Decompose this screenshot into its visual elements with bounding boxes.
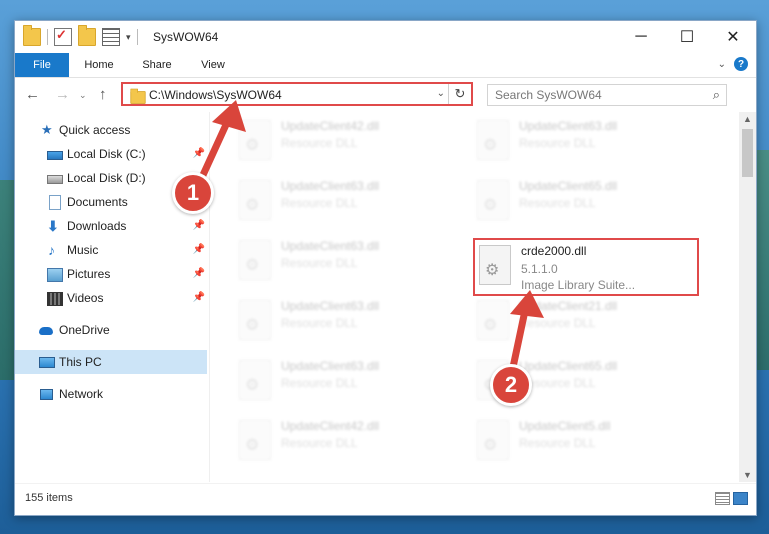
ribbon-tabs: File Home Share View ⌄ ? [15,53,756,78]
sidebar-item-videos[interactable]: Videos 📌 [15,286,207,310]
help-icon[interactable]: ? [734,57,748,71]
pictures-icon [47,268,63,282]
file-item[interactable]: UpdateClient63.dll Resource DLL [473,116,693,168]
address-path[interactable]: C:\Windows\SysWOW64 [149,88,282,102]
quick-access-toolbar: ▾ [23,25,138,46]
dll-file-icon [239,300,271,340]
navigation-bar: ← → ⌄ ↑ C:\Windows\SysWOW64 ⌄ ↻ Search S… [15,78,756,112]
tab-file[interactable]: File [15,53,69,77]
file-item[interactable]: UpdateClient65.dll Resource DLL [473,176,693,228]
dll-file-icon [477,420,509,460]
music-icon: ♪ [48,242,55,258]
sidebar-item-quick-access[interactable]: ★ Quick access [15,118,207,142]
forward-arrow-icon[interactable]: → [55,86,70,103]
sidebar-item-this-pc[interactable]: This PC [15,350,207,374]
pin-icon[interactable]: 📌 [193,220,205,231]
dll-file-icon [239,120,271,160]
file-item[interactable]: UpdateClient5.dll Resource DLL [473,416,693,468]
network-icon [40,389,53,400]
title-bar: ▾ SysWOW64 ─ ☐ ✕ [15,21,756,53]
sidebar-item-pictures[interactable]: Pictures 📌 [15,262,207,286]
scroll-thumb[interactable] [742,129,753,177]
file-item[interactable]: UpdateClient63.dll Resource DLL [235,176,455,228]
file-item[interactable]: UpdateClient21.dll Resource DLL [473,296,693,348]
sidebar-item-onedrive[interactable]: OneDrive [15,318,207,342]
pin-icon[interactable]: 📌 [193,148,205,159]
pin-icon[interactable]: 📌 [193,292,205,303]
step-2-badge: 2 [490,364,532,406]
pin-icon[interactable]: 📌 [193,268,205,279]
explorer-window: ▾ SysWOW64 ─ ☐ ✕ File Home Share View ⌄ … [14,20,757,516]
vertical-scrollbar[interactable]: ▲ ▼ [739,112,756,482]
file-item[interactable]: UpdateClient63.dll Resource DLL [235,296,455,348]
dll-file-icon [239,240,271,280]
dll-file-icon [477,120,509,160]
step-1-badge: 1 [172,172,214,214]
toolbar-separator [136,29,138,45]
view-switcher [715,492,748,505]
customize-toolbar-dropdown-icon[interactable]: ▾ [126,32,131,43]
pin-icon[interactable]: 📌 [193,244,205,255]
address-bar[interactable]: C:\Windows\SysWOW64 ⌄ ↻ [121,82,473,106]
refresh-icon[interactable]: ↻ [448,84,471,104]
file-item[interactable]: UpdateClient63.dll Resource DLL [235,356,455,408]
pc-icon [39,357,55,368]
downloads-icon: ⬇ [47,218,59,234]
tab-share[interactable]: Share [133,53,181,77]
large-icons-view-icon[interactable] [733,492,748,505]
disk-icon [47,151,63,160]
file-item[interactable]: UpdateClient42.dll Resource DLL [235,116,455,168]
documents-icon [49,195,61,210]
recent-locations-chevron-icon[interactable]: ⌄ [79,90,87,101]
scroll-up-icon[interactable]: ▲ [743,114,752,124]
dll-file-icon [479,245,511,285]
dll-file-icon [477,180,509,220]
dll-file-icon [239,180,271,220]
address-dropdown-icon[interactable]: ⌄ [437,88,445,99]
up-arrow-icon[interactable]: ↑ [99,86,107,103]
address-folder-icon [130,88,146,104]
desktop-background-left [0,180,14,380]
disk-icon [47,175,63,184]
close-button[interactable]: ✕ [710,21,756,53]
ribbon-right: ⌄ ? [718,57,748,71]
sidebar-item-music[interactable]: ♪ Music 📌 [15,238,207,262]
toolbar-separator [47,29,48,45]
dll-file-icon [477,300,509,340]
search-input[interactable]: Search SysWOW64 [495,88,602,102]
sidebar-item-network[interactable]: Network [15,382,207,406]
scroll-down-icon[interactable]: ▼ [743,470,752,480]
back-arrow-icon[interactable]: ← [25,86,40,103]
tab-view[interactable]: View [193,53,233,77]
folder-icon [23,25,41,46]
file-list: UpdateClient42.dll Resource DLL UpdateCl… [211,112,723,482]
properties-check-icon[interactable] [54,27,72,46]
onedrive-icon [39,327,53,335]
navigation-pane: ★ Quick access Local Disk (C:) 📌 Local D… [15,112,210,482]
window-controls: ─ ☐ ✕ [618,21,756,53]
item-count: 155 items [25,492,73,504]
dll-file-icon [239,360,271,400]
minimize-button[interactable]: ─ [618,21,664,53]
tab-home[interactable]: Home [77,53,121,77]
sidebar-item-local-disk-c[interactable]: Local Disk (C:) 📌 [15,142,207,166]
properties-icon[interactable] [102,28,120,46]
videos-icon [47,292,63,306]
dll-file-icon [239,420,271,460]
star-icon: ★ [41,122,53,137]
details-view-icon[interactable] [715,492,730,505]
status-bar: 155 items [15,483,756,515]
expand-ribbon-chevron-icon[interactable]: ⌄ [718,59,726,70]
sidebar-item-downloads[interactable]: ⬇ Downloads 📌 [15,214,207,238]
desktop-background-right [755,150,769,370]
maximize-button[interactable]: ☐ [664,21,710,53]
search-box[interactable]: Search SysWOW64 ⌕ [487,84,727,106]
window-title: SysWOW64 [153,30,219,44]
search-icon[interactable]: ⌕ [713,87,720,103]
file-item[interactable]: UpdateClient63.dll Resource DLL [235,236,455,288]
file-item[interactable]: UpdateClient42.dll Resource DLL [235,416,455,468]
new-folder-icon[interactable] [78,25,96,46]
file-item-crde2000-dll[interactable]: crde2000.dll 5.1.1.0 Image Library Suite… [473,238,699,296]
